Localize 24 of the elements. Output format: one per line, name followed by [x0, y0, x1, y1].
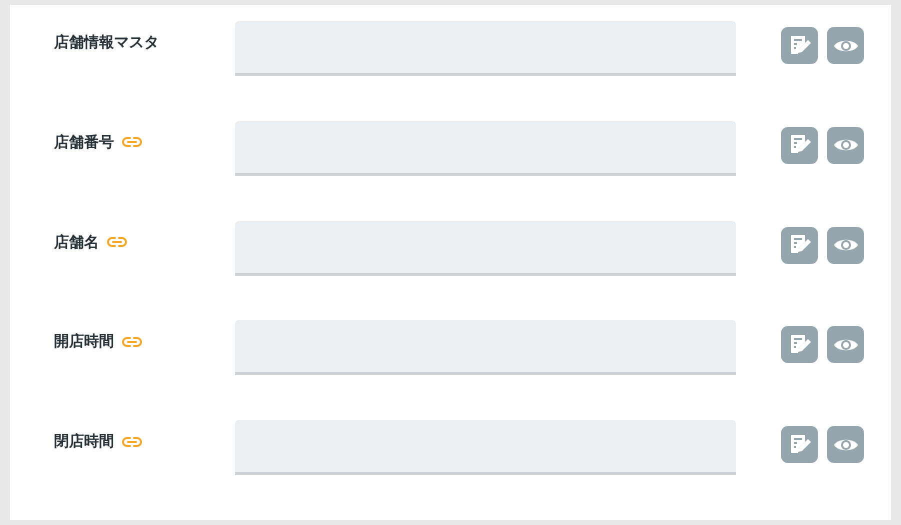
link-icon: [107, 236, 127, 248]
input-field[interactable]: [235, 220, 736, 276]
link-icon: [122, 436, 142, 448]
view-button[interactable]: [827, 326, 864, 364]
link-icon: [122, 336, 142, 348]
input-field[interactable]: [235, 120, 736, 176]
view-button[interactable]: [827, 426, 864, 464]
edit-button[interactable]: [781, 326, 818, 364]
view-button[interactable]: [827, 126, 864, 164]
view-button[interactable]: [827, 226, 864, 264]
field-label: 店舗番号: [54, 132, 114, 152]
field-label: 開店時間: [54, 332, 114, 352]
view-button[interactable]: [827, 27, 864, 64]
edit-button[interactable]: [781, 126, 818, 164]
field-label: 店舗名: [54, 232, 99, 252]
field-label: 閉店時間: [54, 432, 114, 452]
field-label: 店舗情報マスタ: [54, 33, 159, 52]
link-icon: [122, 136, 142, 148]
edit-button[interactable]: [781, 226, 818, 264]
edit-button[interactable]: [781, 426, 818, 464]
input-field[interactable]: [235, 320, 736, 376]
input-field[interactable]: [235, 420, 736, 476]
input-field[interactable]: [235, 21, 736, 76]
edit-button[interactable]: [781, 27, 818, 64]
